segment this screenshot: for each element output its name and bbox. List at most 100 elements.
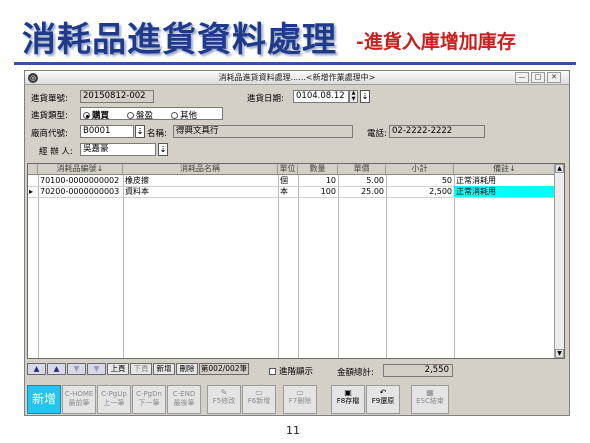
last-record-icon[interactable]: ▼	[87, 363, 106, 375]
detail-grid[interactable]: 消耗品編號↓ 消耗品名稱 單位 數量 單價 小計 備註↓ 70100-00000…	[27, 163, 565, 359]
col-header-note[interactable]: 備註↓	[454, 164, 556, 175]
col-header-qty[interactable]: 數量	[298, 164, 338, 175]
edit-label: F5修改	[212, 397, 236, 405]
phone-label: 電話:	[367, 129, 387, 139]
handler-dropdown-icon[interactable]: ⇣	[158, 143, 168, 156]
col-header-price[interactable]: 單價	[338, 164, 386, 175]
type-radio-surplus[interactable]: 盤盈	[127, 109, 153, 121]
undo-icon: ↶	[379, 388, 387, 397]
total-label: 金額總計:	[337, 368, 374, 378]
delete-icon: ▭	[296, 388, 304, 397]
date-spin[interactable]: ▲ ▼	[349, 90, 358, 103]
exit-button[interactable]: ▦ ESC結束	[411, 385, 449, 414]
cell-unit[interactable]: 個	[278, 175, 298, 186]
cell-price[interactable]: 25.00	[338, 186, 386, 197]
date-field[interactable]: 0104.08.12	[293, 90, 349, 103]
grid-col-divider	[338, 175, 339, 358]
total-field: 2,550	[383, 364, 453, 377]
vendor-dropdown-icon[interactable]: ⇣	[135, 125, 145, 138]
type-label: 進貨類型:	[31, 111, 68, 121]
handler-label: 經 辦 人:	[39, 147, 73, 157]
table-row[interactable]: ▸ 70200-0000000003 資料本 本 100 25.00 2,500…	[28, 186, 556, 197]
col-header-code[interactable]: 消耗品編號↓	[38, 164, 123, 175]
radio-dot	[83, 112, 90, 119]
grid-add-button[interactable]: 新增	[153, 363, 175, 375]
cell-subtotal[interactable]: 2,500	[386, 186, 454, 197]
advanced-display-label: 進階顯示	[279, 367, 314, 377]
prev-record-icon[interactable]: ▲	[47, 363, 66, 375]
edit-icon: ✎	[220, 388, 228, 397]
cell-name[interactable]: 資料本	[123, 186, 278, 197]
delete-button[interactable]: ▭ F7刪除	[283, 385, 317, 414]
prev-page-button[interactable]: 上頁	[107, 363, 129, 375]
grid-col-divider	[454, 175, 455, 358]
app-window: ◎ 消耗品進貨資料處理......<新增作業處理中> — □ ✕ 進貨單號: 2…	[24, 70, 570, 416]
type-radio-other[interactable]: 其他	[171, 109, 197, 121]
col-header-name[interactable]: 消耗品名稱	[123, 164, 278, 175]
new-button[interactable]: 新增	[27, 385, 61, 414]
scroll-up-icon[interactable]: ▲	[555, 164, 564, 173]
grid-vertical-scrollbar[interactable]: ▲ ▼	[554, 164, 564, 358]
radio-label: 其他	[180, 111, 198, 121]
date-dropdown-icon[interactable]: ⇣	[360, 90, 370, 103]
first-record-key: C-HOME	[64, 390, 94, 398]
first-record-icon[interactable]: ▲	[27, 363, 46, 375]
first-record-label: 最前筆	[68, 399, 90, 407]
undo-label: F9還原	[371, 397, 395, 405]
window-titlebar[interactable]: ◎ 消耗品進貨資料處理......<新增作業處理中> — □ ✕	[25, 71, 569, 85]
radio-label: 購買	[92, 111, 110, 121]
last-record-key: C-END	[172, 390, 196, 398]
next-record-key: C-PgDn	[136, 390, 162, 398]
order-no-label: 進貨單號:	[31, 94, 68, 104]
cell-note-selected[interactable]: 正常消耗用	[454, 186, 556, 197]
grid-header: 消耗品編號↓ 消耗品名稱 單位 數量 單價 小計 備註↓	[28, 164, 556, 175]
vendor-code-field[interactable]: B0001	[80, 125, 134, 138]
scroll-down-icon[interactable]: ▼	[555, 349, 564, 358]
save-button[interactable]: ▣ F8存檔	[331, 385, 365, 414]
cell-unit[interactable]: 本	[278, 186, 298, 197]
grid-col-divider	[38, 175, 39, 358]
previous-record-button[interactable]: C-PgUp 上一筆	[97, 385, 131, 414]
next-record-icon[interactable]: ▼	[67, 363, 86, 375]
phone-field[interactable]: 02-2222-2222	[389, 125, 485, 138]
previous-record-key: C-PgUp	[101, 390, 127, 398]
order-no-field[interactable]: 20150812-002	[80, 90, 154, 103]
exit-label: ESC結束	[416, 397, 444, 405]
col-header-subtotal[interactable]: 小計	[386, 164, 454, 175]
advanced-display-checkbox[interactable]: 進階顯示	[269, 365, 313, 377]
grid-delete-button[interactable]: 刪除	[176, 363, 198, 375]
cell-code[interactable]: 70100-0000000002	[38, 175, 123, 186]
cell-note[interactable]: 正常消耗用	[454, 175, 556, 186]
first-record-button[interactable]: C-HOME 最前筆	[62, 385, 96, 414]
previous-record-label: 上一筆	[103, 399, 125, 407]
cell-name[interactable]: 橡皮擦	[123, 175, 278, 186]
minimize-icon[interactable]: —	[515, 72, 529, 83]
radio-label: 盤盈	[136, 111, 154, 121]
next-page-button[interactable]: 下頁	[130, 363, 152, 375]
add-button[interactable]: ▭ F6新增	[242, 385, 276, 414]
close-icon[interactable]: ✕	[547, 72, 561, 83]
window-title: 消耗品進貨資料處理......<新增作業處理中>	[218, 73, 376, 82]
grid-corner	[28, 164, 38, 175]
vendor-code-label: 廠商代號:	[31, 129, 68, 139]
undo-button[interactable]: ↶ F9還原	[366, 385, 400, 414]
handler-field[interactable]: 吳嘉豪	[80, 143, 156, 156]
col-header-unit[interactable]: 單位	[278, 164, 298, 175]
page-number: 11	[286, 424, 300, 437]
table-row[interactable]: 70100-0000000002 橡皮擦 個 10 5.00 50 正常消耗用	[28, 175, 556, 186]
grid-col-divider	[386, 175, 387, 358]
edit-button[interactable]: ✎ F5修改	[207, 385, 241, 414]
vendor-name-field[interactable]: 得興文具行	[173, 125, 353, 138]
type-radio-purchase[interactable]: 購買	[83, 109, 109, 121]
last-record-button[interactable]: C-END 最後筆	[167, 385, 201, 414]
next-record-button[interactable]: C-PgDn 下一筆	[132, 385, 166, 414]
cell-price[interactable]: 5.00	[338, 175, 386, 186]
new-document-icon: ▭	[255, 388, 263, 397]
save-label: F8存檔	[336, 397, 360, 405]
restore-icon[interactable]: □	[531, 72, 545, 83]
slide-title: 消耗品進貨資料處理	[22, 20, 337, 60]
cell-subtotal[interactable]: 50	[386, 175, 454, 186]
cell-qty[interactable]: 100	[298, 186, 338, 197]
cell-code[interactable]: 70200-0000000003	[38, 186, 123, 197]
cell-qty[interactable]: 10	[298, 175, 338, 186]
